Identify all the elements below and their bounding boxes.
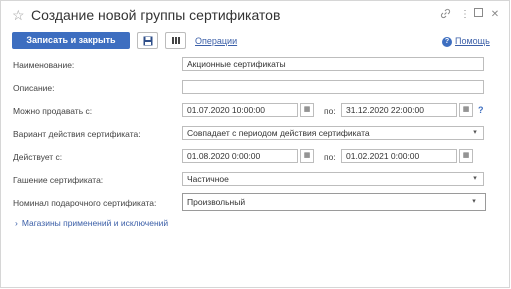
structure-button[interactable] bbox=[165, 32, 186, 49]
calendar-icon[interactable]: ▦ bbox=[300, 149, 314, 163]
calendar-icon[interactable]: ▦ bbox=[459, 103, 473, 117]
variant-label: Вариант действия сертификата: bbox=[13, 129, 141, 139]
can-sell-to-field[interactable]: 31.12.2020 22:00:00 bbox=[341, 103, 457, 117]
calendar-icon[interactable]: ▦ bbox=[459, 149, 473, 163]
maximize-icon[interactable] bbox=[471, 8, 485, 22]
question-icon[interactable]: ? bbox=[478, 105, 484, 115]
dialog-window: ☆ Создание новой группы сертификатов ⋮ ✕… bbox=[0, 0, 510, 288]
description-field[interactable] bbox=[182, 80, 484, 94]
valid-to-field[interactable]: 01.02.2021 0:00:00 bbox=[341, 149, 457, 163]
help-label: Помощь bbox=[455, 36, 490, 46]
redemption-label: Гашение сертификата: bbox=[13, 175, 104, 185]
valid-to-label: по: bbox=[324, 152, 336, 162]
name-field[interactable]: Акционные сертификаты bbox=[182, 57, 484, 71]
nominal-label: Номинал подарочного сертификата: bbox=[13, 198, 157, 208]
help-link[interactable]: ? Помощь bbox=[442, 36, 490, 47]
nominal-select[interactable]: Произвольный bbox=[182, 193, 486, 211]
description-label: Описание: bbox=[13, 83, 55, 93]
calendar-icon[interactable]: ▦ bbox=[300, 103, 314, 117]
save-and-close-button[interactable]: Записать и закрыть bbox=[12, 32, 130, 49]
can-sell-label: Можно продавать с: bbox=[13, 106, 93, 116]
window-title: Создание новой группы сертификатов bbox=[31, 7, 281, 23]
dropdown-arrow-icon[interactable]: ▾ bbox=[468, 172, 482, 186]
variant-select[interactable]: Совпадает с периодом действия сертификат… bbox=[182, 126, 484, 140]
favorite-star-icon[interactable]: ☆ bbox=[12, 7, 25, 24]
floppy-icon bbox=[143, 36, 152, 46]
help-icon: ? bbox=[442, 36, 452, 47]
can-sell-to-label: по: bbox=[324, 106, 336, 116]
more-vertical-icon[interactable]: ⋮ bbox=[458, 8, 472, 22]
redemption-select[interactable]: Частичное bbox=[182, 172, 484, 186]
dropdown-arrow-icon[interactable]: ▾ bbox=[468, 126, 482, 140]
dropdown-arrow-icon[interactable]: ▾ bbox=[467, 195, 481, 209]
link-icon[interactable] bbox=[438, 8, 452, 22]
columns-icon bbox=[171, 37, 180, 45]
valid-from-field[interactable]: 01.08.2020 0:00:00 bbox=[182, 149, 298, 163]
name-label: Наименование: bbox=[13, 60, 75, 70]
operations-link[interactable]: Операции bbox=[195, 36, 237, 46]
save-button[interactable] bbox=[137, 32, 158, 49]
close-icon[interactable]: ✕ bbox=[488, 8, 502, 22]
chevron-right-icon: › bbox=[15, 218, 18, 228]
stores-group-toggle[interactable]: › Магазины применений и исключений bbox=[15, 218, 168, 228]
can-sell-from-field[interactable]: 01.07.2020 10:00:00 bbox=[182, 103, 298, 117]
stores-group-label: Магазины применений и исключений bbox=[21, 218, 169, 228]
valid-from-label: Действует с: bbox=[13, 152, 63, 162]
